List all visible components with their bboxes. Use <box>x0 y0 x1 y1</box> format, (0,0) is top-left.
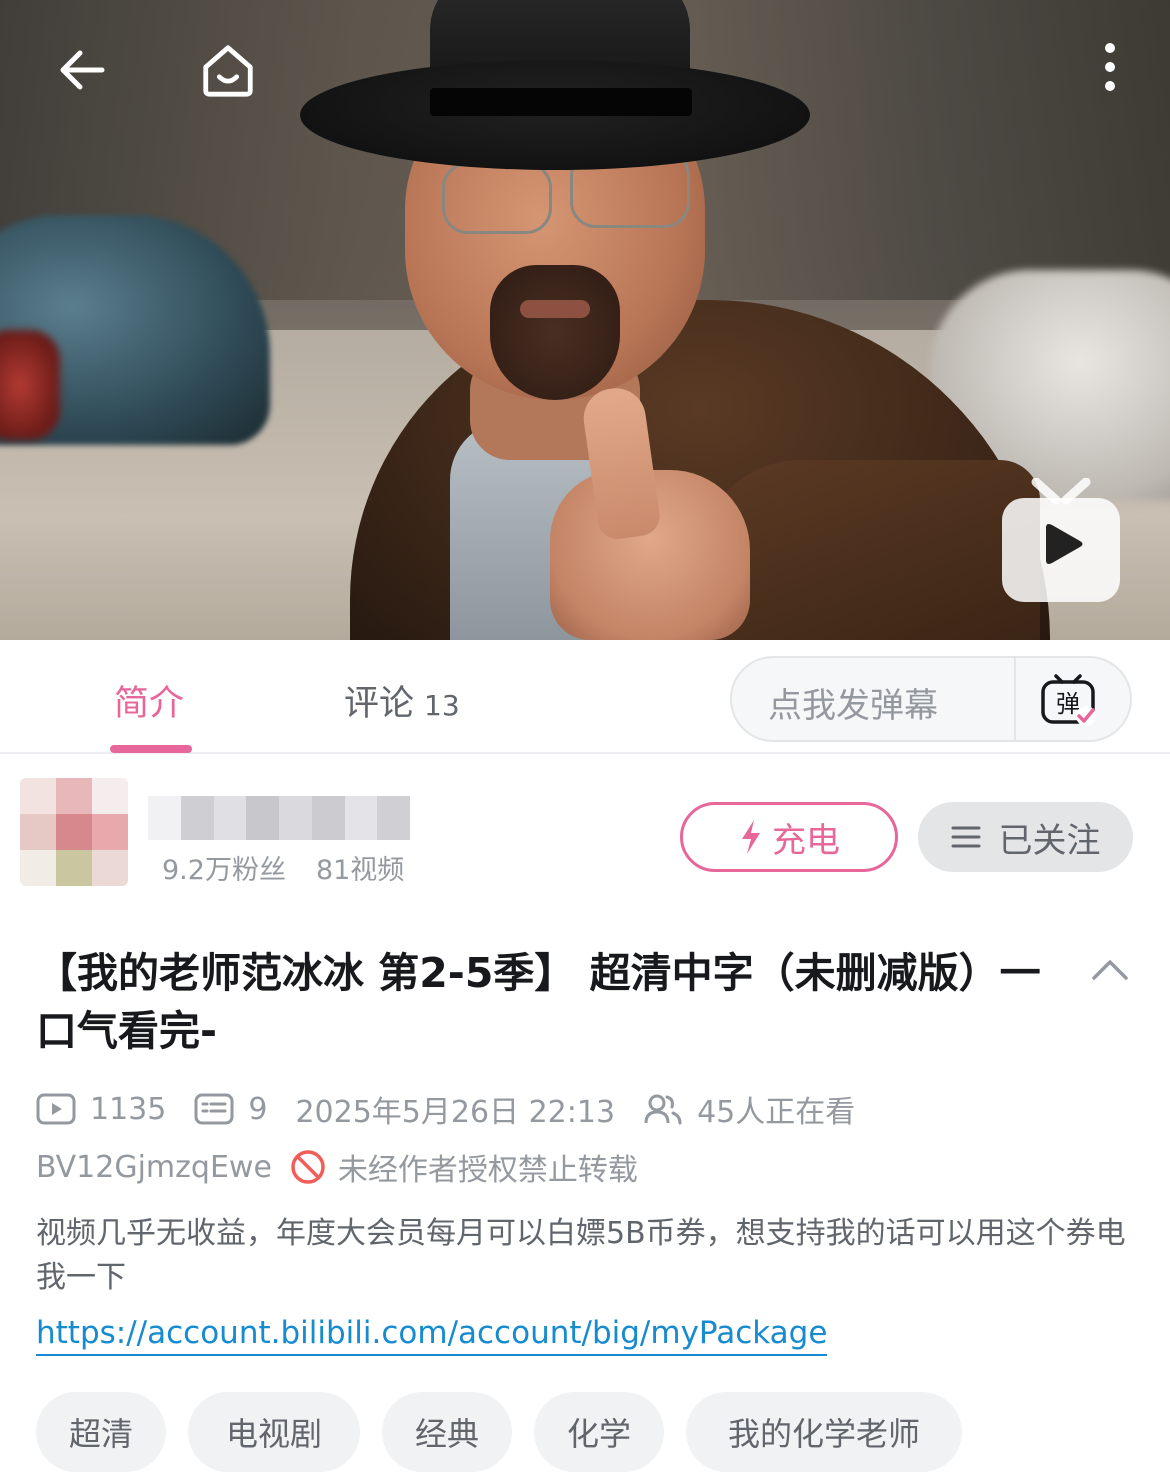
tag-item[interactable]: 电视剧 <box>188 1392 360 1472</box>
chevron-up-icon[interactable] <box>1090 950 1130 990</box>
danmaku-placeholder: 点我发弹幕 <box>768 686 938 726</box>
lightning-icon <box>742 820 760 854</box>
danmaku-toggle-icon[interactable]: 弹 <box>1040 672 1098 728</box>
copyright-notice: 未经作者授权禁止转载 <box>337 1153 638 1188</box>
fans-count: 9.2万粉丝 <box>162 855 286 886</box>
arrow-left-icon[interactable] <box>52 40 112 100</box>
tag-item[interactable]: 经典 <box>382 1392 512 1472</box>
tv-play-icon[interactable] <box>1000 477 1122 604</box>
follow-button[interactable]: 已关注 <box>918 802 1133 872</box>
video-id-row: BV12GjmzqEwe 未经作者授权禁止转载 <box>36 1146 638 1189</box>
charge-label: 充电 <box>772 820 840 861</box>
danmaku-count: 9 <box>248 1091 268 1127</box>
tag-item[interactable]: 超清 <box>36 1392 166 1472</box>
publish-datetime: 2025年5月26日 22:13 <box>295 1095 616 1130</box>
video-player[interactable] <box>0 0 1170 640</box>
view-count: 1135 <box>90 1091 167 1127</box>
menu-icon <box>951 826 980 848</box>
home-icon[interactable] <box>198 40 258 100</box>
tab-comments-label: 评论 <box>344 684 415 724</box>
avatar[interactable] <box>20 778 128 886</box>
background-taillight <box>0 330 60 440</box>
charge-button[interactable]: 充电 <box>680 802 898 872</box>
danmaku-input[interactable]: 点我发弹幕 弹 <box>730 656 1132 742</box>
follow-label: 已关注 <box>998 820 1101 861</box>
tag-item[interactable]: 化学 <box>534 1392 664 1472</box>
danmaku-divider <box>1014 658 1016 740</box>
watching-count: 45人正在看 <box>697 1095 856 1130</box>
comments-count: 13 <box>424 689 460 722</box>
tag-list: 超清 电视剧 经典 化学 我的化学老师 <box>36 1392 984 1472</box>
danmaku-count-icon <box>194 1093 234 1125</box>
forbidden-icon <box>291 1150 325 1184</box>
video-count: 81视频 <box>315 855 405 886</box>
uploader-name-redacted[interactable] <box>148 796 410 840</box>
video-title: 【我的老师范冰冰 第2-5季】 超清中字（未删减版）一口气看完- <box>36 949 1041 1055</box>
play-count-icon <box>36 1093 76 1125</box>
tab-active-indicator <box>110 745 192 753</box>
description-link[interactable]: https://account.bilibili.com/account/big… <box>36 1312 828 1356</box>
tab-intro[interactable]: 简介 <box>114 675 184 726</box>
more-vertical-icon[interactable] <box>1080 40 1140 100</box>
video-description: 视频几乎无收益，年度大会员每月可以白嫖5B币券，想支持我的话可以用这个券电我一下 <box>36 1216 1126 1295</box>
video-meta: 1135 9 2025年5月26日 22:13 45人正在看 <box>36 1088 855 1130</box>
video-cover-person <box>300 0 1060 640</box>
tab-comments[interactable]: 评论 13 <box>344 675 460 726</box>
uploader-stats: 9.2万粉丝 81视频 <box>162 848 404 887</box>
viewers-icon <box>644 1094 682 1125</box>
bv-id[interactable]: BV12GjmzqEwe <box>36 1150 272 1185</box>
tag-item[interactable]: 我的化学老师 <box>686 1392 962 1472</box>
